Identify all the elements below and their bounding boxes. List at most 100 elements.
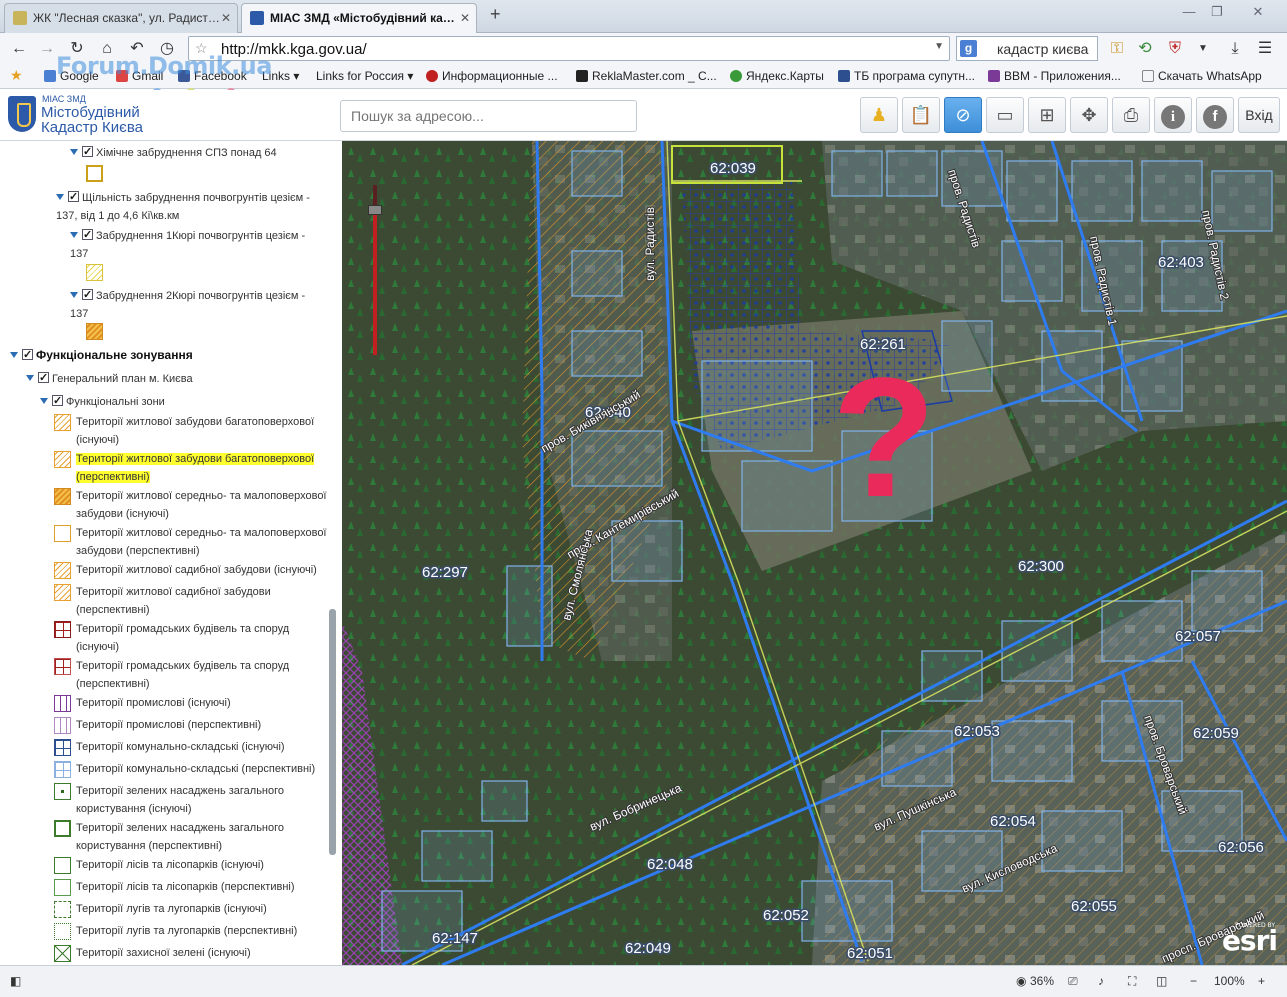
address-bar[interactable]: ☆ http://mkk.kga.gov.ua/ ▼ <box>188 36 950 61</box>
chevron-down-icon[interactable]: ▼ <box>1192 39 1214 59</box>
expand-arrow-icon <box>70 149 78 155</box>
legend-item: Території комунально-складські (перспект… <box>54 760 329 778</box>
pegman-icon[interactable]: ♟ <box>860 97 898 133</box>
legend-item: Території промислові (перспективні) <box>54 716 329 734</box>
parcel-label: 62:054 <box>990 813 1036 830</box>
legend-item: Території зелених насаджень загального к… <box>54 782 329 818</box>
app-header: МІАС ЗМД Містобудівний Кадастр Києва ♟ 📋… <box>0 90 1287 141</box>
parcel-label: 62:053 <box>954 723 1000 740</box>
address-search-input[interactable] <box>340 100 637 132</box>
close-tab-icon[interactable]: ✕ <box>221 4 231 32</box>
layer-chemical[interactable]: Хімічне забруднення СПЗ понад 64 <box>70 143 330 162</box>
bookmarks-star-icon[interactable]: ★ <box>10 67 23 84</box>
parcel-label: 62:048 <box>647 856 693 873</box>
layer-functional-zoning[interactable]: Функціональне зонування <box>10 346 310 364</box>
legend-item: Території лугів та лугопарків (існуючі) <box>54 900 329 918</box>
legend-item: Території зелених насаджень загального к… <box>54 819 329 855</box>
layers-icon[interactable]: ⊞ <box>1028 97 1066 133</box>
zoom-out-icon[interactable]: − <box>1190 974 1197 988</box>
compress-icon: ◉ <box>1016 974 1027 988</box>
adblock-icon[interactable]: ⛨ <box>1164 39 1186 59</box>
search-box[interactable]: g кадастр києва <box>956 36 1098 61</box>
search-query: кадастр києва <box>997 41 1089 57</box>
legend-item: Території житлової середньо- та малопове… <box>54 524 329 560</box>
parcel-label: 62:297 <box>422 564 468 581</box>
restore-icon[interactable]: ❐ <box>1206 4 1228 22</box>
parcel-label: 62:057 <box>1175 628 1221 645</box>
zoom-handle[interactable] <box>368 205 382 215</box>
legend-item-highlighted: Території житлової забудови багатоповерх… <box>54 450 329 486</box>
bookmark-yandex-maps[interactable]: Яндекс.Карты <box>730 69 824 83</box>
split-view-icon[interactable]: ◫ <box>1156 974 1167 988</box>
key-icon[interactable]: ⚿ <box>1106 39 1128 59</box>
cadastre-map[interactable]: 62:039 62:403 62:261 62:040 62:297 62:30… <box>342 141 1287 965</box>
layer-checkbox <box>82 143 93 161</box>
layer-general-plan[interactable]: Генеральний план м. Києва <box>26 369 316 388</box>
clipboard-icon[interactable]: 📋 <box>902 97 940 133</box>
bookmark-info[interactable]: Информационные ... <box>426 69 558 83</box>
bookmark-bbm[interactable]: BBM - Приложения... <box>988 69 1121 83</box>
layer-2curie[interactable]: Забруднення 2Кюрі почвогрунтів цезієм - … <box>70 286 322 323</box>
zoom-fill <box>373 215 377 355</box>
bookmark-tv[interactable]: ТБ програма супутн... <box>838 69 975 83</box>
info-icon[interactable]: i <box>1154 97 1192 133</box>
expand-arrow-icon <box>40 398 48 404</box>
addon-icon[interactable]: ⟲ <box>1134 39 1156 59</box>
chevron-down-icon[interactable]: ▼ <box>934 41 944 52</box>
browser-status-bar: ◧ ◉ 36% ⎚ ♪ ⛶ ◫ − 100% + <box>0 965 1287 997</box>
layer-checkbox <box>22 346 33 364</box>
layer-checkbox <box>68 188 79 206</box>
layer-functional-zones[interactable]: Функціональні зони <box>40 392 320 411</box>
bookmark-whatsapp[interactable]: Скачать WhatsApp <box>1142 69 1262 83</box>
bookmark-links-russia[interactable]: Links for Россия ▾ <box>316 69 413 83</box>
legend-item: Території лісів та лісопарків (перспекти… <box>54 878 329 896</box>
print-icon[interactable]: ⎙ <box>1112 97 1150 133</box>
site-favicon-icon <box>250 11 264 25</box>
sound-icon[interactable]: ♪ <box>1098 974 1104 988</box>
expand-arrow-icon <box>10 352 18 358</box>
ruler-icon[interactable]: ▭ <box>986 97 1024 133</box>
google-icon: g <box>960 40 977 57</box>
expand-arrow-icon <box>56 194 64 200</box>
layer-checkbox <box>82 226 93 244</box>
tab-mias-zmd[interactable]: МІАС ЗМД «Містобудівний ка… ✕ <box>241 3 477 33</box>
layer-cesium-density[interactable]: Щільність забруднення почвогрунтів цезіє… <box>56 188 326 225</box>
zoom-in-icon[interactable]: + <box>1258 974 1265 988</box>
facebook-icon[interactable]: f <box>1196 97 1234 133</box>
parcel-label: 62:059 <box>1193 725 1239 742</box>
legend-item: Території лісів та лісопарків (існуючі) <box>54 856 329 874</box>
new-tab-icon[interactable]: + <box>490 4 501 25</box>
browser-tab-bar: ЖК "Лесная сказка", ул. Радист… ✕ МІАС З… <box>0 0 1287 33</box>
back-icon[interactable]: ← <box>8 39 30 59</box>
legend-item: Території житлової садибної забудови (іс… <box>54 561 329 579</box>
close-window-icon[interactable]: ✕ <box>1240 4 1276 22</box>
pan-icon[interactable]: ✥ <box>1070 97 1108 133</box>
download-icon[interactable]: ⤓ <box>1224 39 1246 59</box>
tab-lesnaya-skazka[interactable]: ЖК "Лесная сказка", ул. Радист… ✕ <box>4 3 238 33</box>
minimize-icon[interactable]: — <box>1178 4 1200 22</box>
legend-item: Території комунально-складські (існуючі) <box>54 738 329 756</box>
expand-arrow-icon <box>26 375 34 381</box>
layer-1curie[interactable]: Забруднення 1Кюрі почвогрунтів цезієм - … <box>70 226 322 263</box>
site-favicon-icon <box>13 11 27 25</box>
identify-icon[interactable]: ⊘ <box>944 97 982 133</box>
bookmark-reklamaster[interactable]: ReklaMaster.com _ C... <box>576 69 717 83</box>
map-canvas: 62:039 62:403 62:261 62:040 62:297 62:30… <box>342 141 1287 965</box>
parcel-label: 62:039 <box>710 160 756 177</box>
parcel-label: 62:300 <box>1018 558 1064 575</box>
tab-title: ЖК "Лесная сказка", ул. Радист… <box>33 11 220 25</box>
login-button[interactable]: Вхід <box>1238 97 1280 133</box>
forward-icon[interactable]: → <box>36 39 58 59</box>
layer-checkbox <box>52 392 63 410</box>
fullscreen-icon[interactable]: ⛶ <box>1128 974 1136 989</box>
close-tab-icon[interactable]: ✕ <box>460 4 470 32</box>
sidebar-scrollbar[interactable] <box>329 609 336 855</box>
zoom-slider[interactable] <box>368 185 382 355</box>
sidebar-toggle-icon[interactable]: ◧ <box>10 974 21 988</box>
layers-sidebar: Хімічне забруднення СПЗ понад 64 Щільніс… <box>0 141 342 965</box>
menu-icon[interactable]: ☰ <box>1254 39 1276 59</box>
screenshot-icon[interactable]: ⎚ <box>1068 974 1078 989</box>
logo-title-line2: Кадастр Києва <box>41 119 143 136</box>
compression-level: 36% <box>1030 974 1055 988</box>
legend-item: Території житлової садибної забудови (пе… <box>54 583 329 619</box>
